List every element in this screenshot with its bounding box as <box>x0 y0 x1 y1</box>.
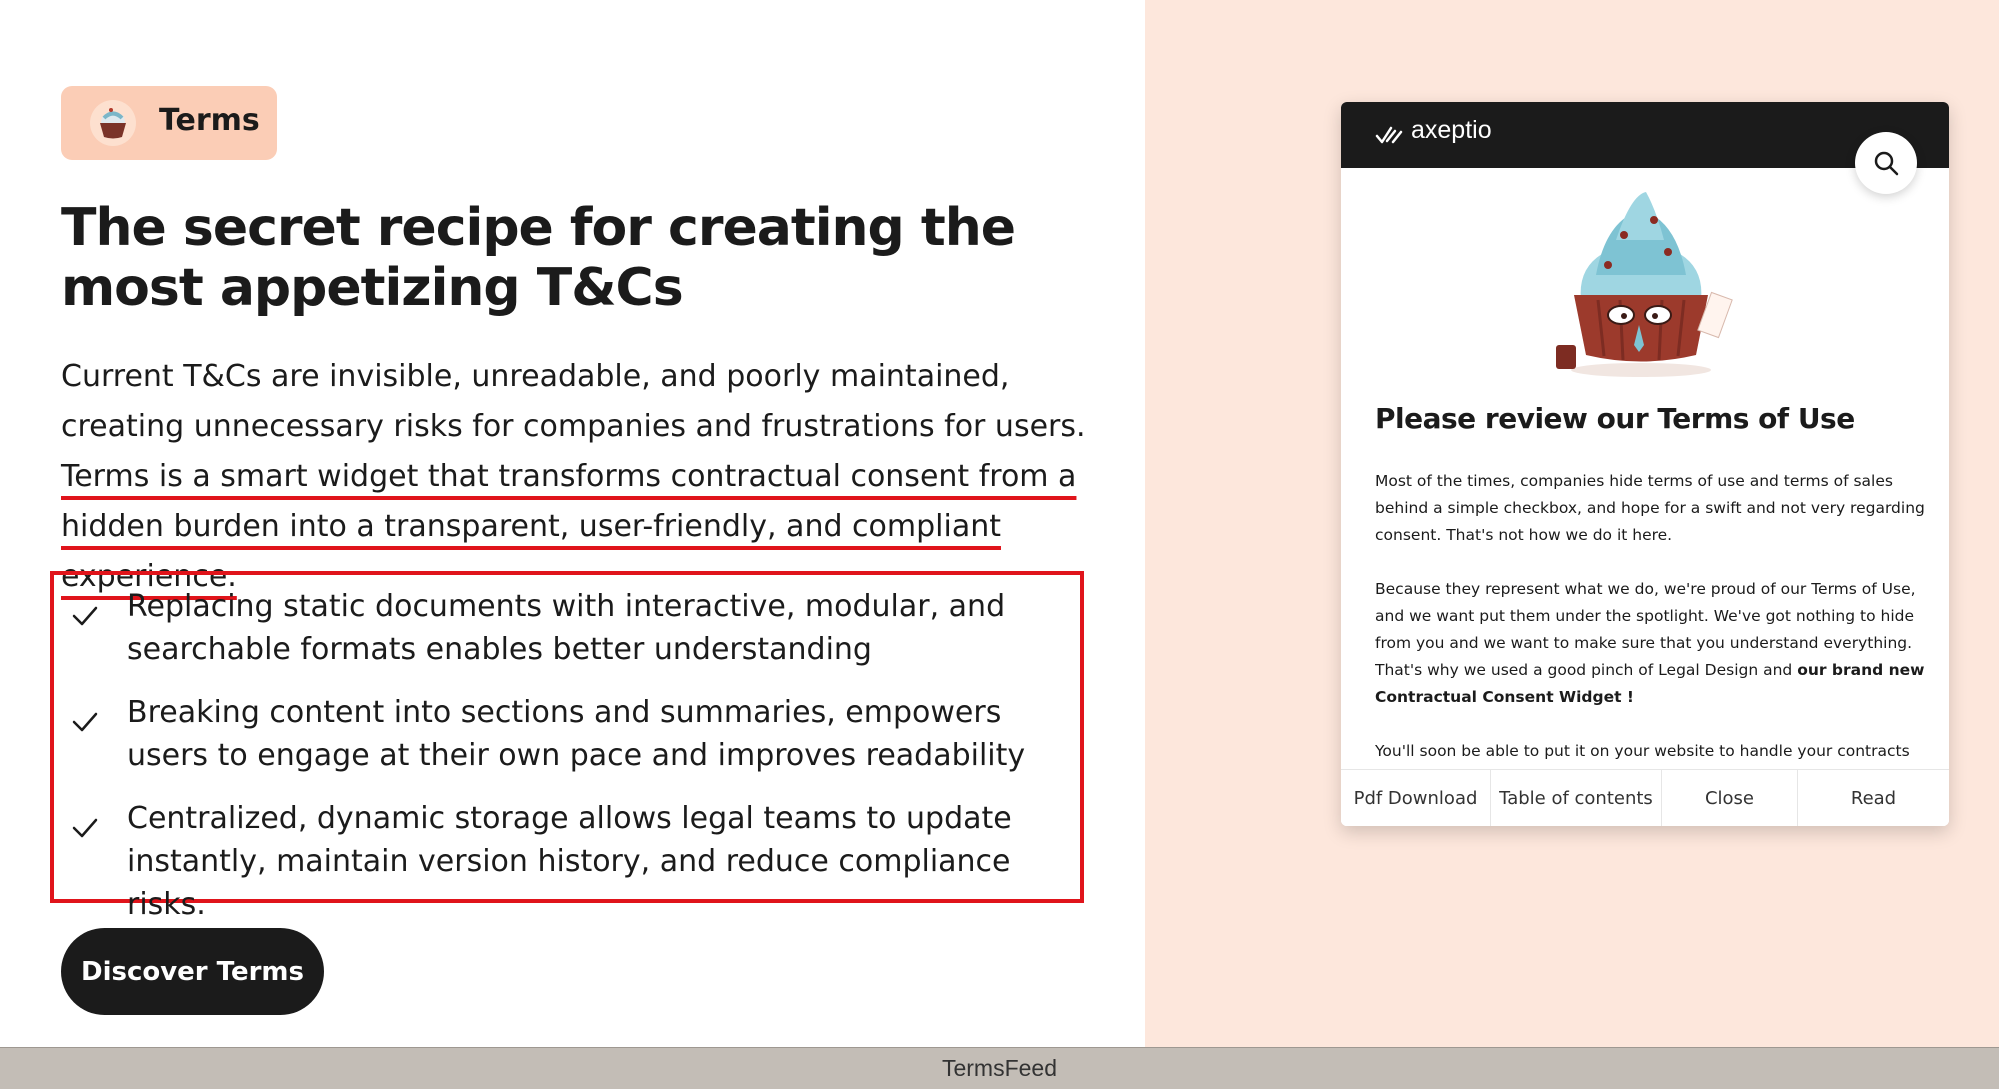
terms-badge: Terms <box>61 86 277 160</box>
close-button[interactable]: Close <box>1662 770 1798 826</box>
search-icon <box>1874 151 1899 176</box>
discover-terms-button[interactable]: Discover Terms <box>61 928 324 1015</box>
checkmark-icon <box>72 606 98 626</box>
cupcake-icon <box>90 100 136 146</box>
widget-action-bar: Pdf Download Table of contents Close Rea… <box>1341 769 1949 826</box>
widget-paragraph: You'll soon be able to put it on your we… <box>1375 742 1910 760</box>
table-of-contents-button[interactable]: Table of contents <box>1491 770 1662 826</box>
footer-bar: TermsFeed <box>0 1047 1999 1089</box>
intro-paragraph: Current T&Cs are invisible, unreadable, … <box>61 352 1101 602</box>
read-button[interactable]: Read <box>1798 770 1949 826</box>
widget-title: Please review our Terms of Use <box>1375 402 1855 435</box>
cupcake-mascot-illustration <box>1556 192 1733 377</box>
checkmark-icon <box>72 712 98 732</box>
footer-label: TermsFeed <box>941 1055 1058 1081</box>
widget-brand: axeptio <box>1411 116 1492 144</box>
widget-body[interactable]: Most of the times, companies hide terms … <box>1375 468 1925 768</box>
feature-text: Centralized, dynamic storage allows lega… <box>127 801 1012 922</box>
pdf-download-button[interactable]: Pdf Download <box>1341 770 1491 826</box>
page-title: The secret recipe for creating the most … <box>61 198 1016 318</box>
axeptio-logo-icon <box>1375 126 1403 144</box>
badge-label: Terms <box>159 103 260 138</box>
intro-plain-text: Current T&Cs are invisible, unreadable, … <box>61 359 1086 444</box>
feature-text: Replacing static documents with interact… <box>127 589 1006 667</box>
widget-paragraph: Because they represent what we do, we're… <box>1375 576 1925 711</box>
checkmark-icon <box>72 818 98 838</box>
feature-list: Replacing static documents with interact… <box>50 571 1084 922</box>
widget-paragraph: Most of the times, companies hide terms … <box>1375 472 1925 544</box>
terms-widget: axeptio Please review our Terms of Use M… <box>1341 102 1949 826</box>
search-button[interactable] <box>1855 132 1917 194</box>
feature-text: Breaking content into sections and summa… <box>127 695 1026 773</box>
